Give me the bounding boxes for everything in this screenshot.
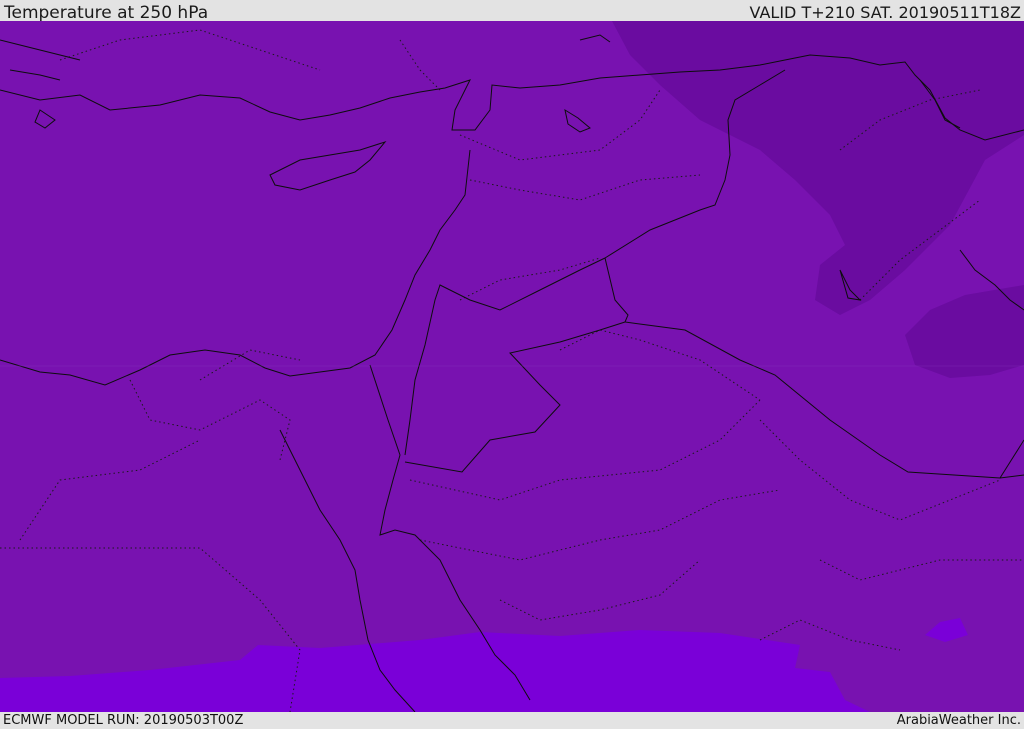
footer-bar: ECMWF MODEL RUN: 20190503T00Z ArabiaWeat… (0, 712, 1024, 729)
valid-time: VALID T+210 SAT. 20190511T18Z (749, 3, 1021, 22)
header-bar: Temperature at 250 hPa VALID T+210 SAT. … (0, 0, 1024, 23)
model-run-label: ECMWF MODEL RUN: 20190503T00Z (3, 713, 244, 728)
credit-label: ArabiaWeather Inc. (896, 713, 1021, 728)
temperature-map[interactable] (0, 21, 1024, 712)
map-title: Temperature at 250 hPa (4, 3, 209, 23)
